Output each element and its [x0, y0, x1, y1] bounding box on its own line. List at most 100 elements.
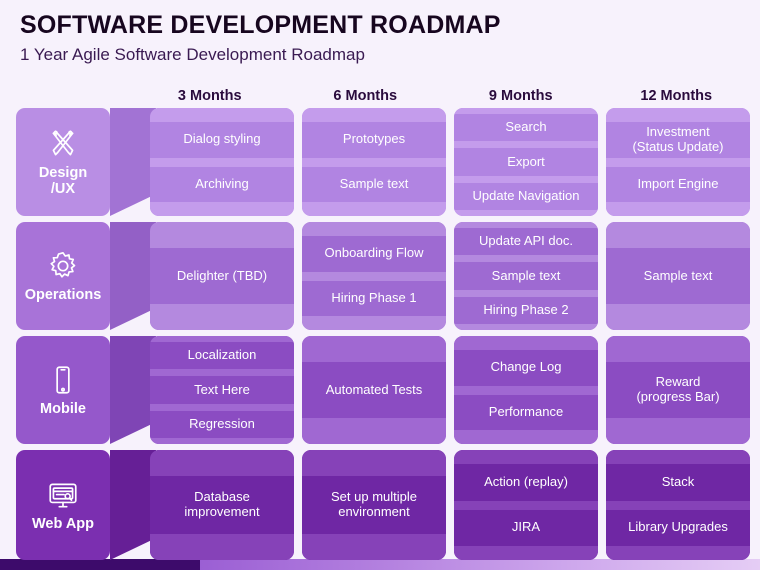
roadmap-cell-web-app-col3[interactable]: Action (replay) JIRA [454, 450, 598, 560]
roadmap-cell-web-app-col2[interactable]: Set up multiple environment [302, 450, 446, 560]
roadmap-cell-mobile-col1[interactable]: Localization Text Here Regression [150, 336, 294, 444]
roadmap-cells-mobile: Localization Text Here Regression Automated… [150, 336, 750, 444]
roadmap-task[interactable]: Onboarding Flow [302, 236, 446, 272]
roadmap-cell-design-ux-col4[interactable]: Investment (Status Update) Import Engine [606, 108, 750, 216]
roadmap-cell-operations-col3[interactable]: Update API doc. Sample text Hiring Phase 2 [454, 222, 598, 330]
roadmap-task[interactable]: Action (replay) [454, 464, 598, 501]
roadmap-task[interactable]: Sample text [302, 167, 446, 203]
sidebar-item-mobile[interactable]: Mobile [16, 336, 110, 444]
cell-stripe [150, 438, 294, 444]
roadmap-cell-operations-col4[interactable]: Sample text [606, 222, 750, 330]
cell-stripe [150, 202, 294, 216]
sidebar-item-web-app[interactable]: Web App [16, 450, 110, 560]
sidebar-item-design-ux[interactable]: Design /UX [16, 108, 110, 216]
roadmap-task[interactable]: Set up multiple environment [302, 476, 446, 534]
cell-stripe [606, 108, 750, 122]
cell-stripe [606, 336, 750, 362]
cell-stripe [606, 158, 750, 167]
cell-stripe [302, 158, 446, 167]
roadmap-task[interactable]: Import Engine [606, 167, 750, 203]
roadmap-task[interactable]: Reward (progress Bar) [606, 362, 750, 418]
roadmap-task[interactable]: Change Log [454, 350, 598, 386]
roadmap-task[interactable]: Export [454, 148, 598, 175]
roadmap-cell-design-ux-col2[interactable]: Prototypes Sample text [302, 108, 446, 216]
category-wrap-design-ux: Design /UX [16, 108, 136, 216]
cell-stripe [454, 386, 598, 395]
roadmap-cell-web-app-col4[interactable]: Stack Library Upgrades [606, 450, 750, 560]
sidebar-item-operations[interactable]: Operations [16, 222, 110, 330]
cell-stripe [302, 222, 446, 236]
roadmap-task[interactable]: Dialog styling [150, 122, 294, 158]
monitor-icon [46, 478, 80, 512]
roadmap-task[interactable]: Delighter (TBD) [150, 248, 294, 304]
roadmap-row-web-app: Web App Database improvementSet up multip… [16, 450, 750, 560]
roadmap-task[interactable]: Localization [150, 342, 294, 369]
roadmap-task[interactable]: Sample text [606, 248, 750, 304]
page-subtitle: 1 Year Agile Software Development Roadma… [20, 46, 740, 65]
roadmap-cell-operations-col2[interactable]: Onboarding Flow Hiring Phase 1 [302, 222, 446, 330]
roadmap-cell-design-ux-col3[interactable]: Search Export Update Navigation [454, 108, 598, 216]
cell-stripe [606, 304, 750, 330]
cell-stripe [606, 450, 750, 464]
pencil-ruler-icon [46, 127, 80, 161]
gear-icon [46, 249, 80, 283]
roadmap-task[interactable]: Update Navigation [454, 183, 598, 210]
roadmap-task[interactable]: Hiring Phase 1 [302, 281, 446, 317]
roadmap-task[interactable]: Investment (Status Update) [606, 122, 750, 158]
category-wrap-mobile: Mobile [16, 336, 136, 444]
cell-stripe [150, 369, 294, 376]
roadmap-task[interactable]: Database improvement [150, 476, 294, 534]
roadmap-cell-design-ux-col1[interactable]: Dialog styling Archiving [150, 108, 294, 216]
roadmap-cell-mobile-col2[interactable]: Automated Tests [302, 336, 446, 444]
roadmap-task[interactable]: Stack [606, 464, 750, 501]
cell-stripe [150, 222, 294, 248]
roadmap-task[interactable]: Prototypes [302, 122, 446, 158]
cell-stripe [454, 546, 598, 560]
cell-stripe [454, 336, 598, 350]
roadmap-task[interactable]: Text Here [150, 376, 294, 403]
cell-stripe [454, 255, 598, 262]
roadmap-task[interactable]: Automated Tests [302, 362, 446, 418]
roadmap-grid: Design /UX Dialog styling ArchivingPrototy… [16, 108, 750, 566]
cell-stripe [150, 450, 294, 476]
cell-stripe [150, 108, 294, 122]
roadmap-task[interactable]: Hiring Phase 2 [454, 297, 598, 324]
roadmap-task[interactable]: Update API doc. [454, 228, 598, 255]
cell-stripe [150, 404, 294, 411]
sidebar-item-label-mobile: Mobile [40, 402, 86, 418]
column-header-3: 9 Months [447, 88, 595, 104]
cell-stripe [150, 158, 294, 167]
cell-stripe [302, 108, 446, 122]
roadmap-cell-web-app-col1[interactable]: Database improvement [150, 450, 294, 560]
cell-stripe [454, 210, 598, 216]
roadmap-cell-operations-col1[interactable]: Delighter (TBD) [150, 222, 294, 330]
cell-stripe [302, 336, 446, 362]
roadmap-cell-mobile-col3[interactable]: Change Log Performance [454, 336, 598, 444]
page-title: SOFTWARE DEVELOPMENT ROADMAP [20, 12, 740, 40]
roadmap-task[interactable]: Library Upgrades [606, 510, 750, 547]
cell-stripe [454, 324, 598, 330]
category-wrap-web-app: Web App [16, 450, 136, 560]
cell-stripe [606, 546, 750, 560]
cell-stripe [302, 316, 446, 330]
roadmap-row-mobile: Mobile Localization Text Here Regression Aut… [16, 336, 750, 444]
roadmap-task[interactable]: Regression [150, 411, 294, 438]
cell-stripe [454, 430, 598, 444]
footer-accent-dark [0, 559, 200, 570]
cell-stripe [302, 534, 446, 560]
footer-accent-gradient [200, 559, 760, 570]
sidebar-item-label-design-ux: Design /UX [39, 166, 87, 197]
roadmap-task[interactable]: Archiving [150, 167, 294, 203]
timeline-column-headers: 3 Months6 Months9 Months12 Months [136, 88, 750, 104]
roadmap-task[interactable]: Sample text [454, 262, 598, 289]
roadmap-task[interactable]: Performance [454, 395, 598, 431]
cell-stripe [302, 272, 446, 281]
roadmap-task[interactable]: Search [454, 114, 598, 141]
column-header-1: 3 Months [136, 88, 284, 104]
roadmap-cell-mobile-col4[interactable]: Reward (progress Bar) [606, 336, 750, 444]
cell-stripe [606, 222, 750, 248]
roadmap-task[interactable]: JIRA [454, 510, 598, 547]
cell-stripe [454, 290, 598, 297]
cell-stripe [150, 534, 294, 560]
footer-bar [0, 559, 760, 570]
